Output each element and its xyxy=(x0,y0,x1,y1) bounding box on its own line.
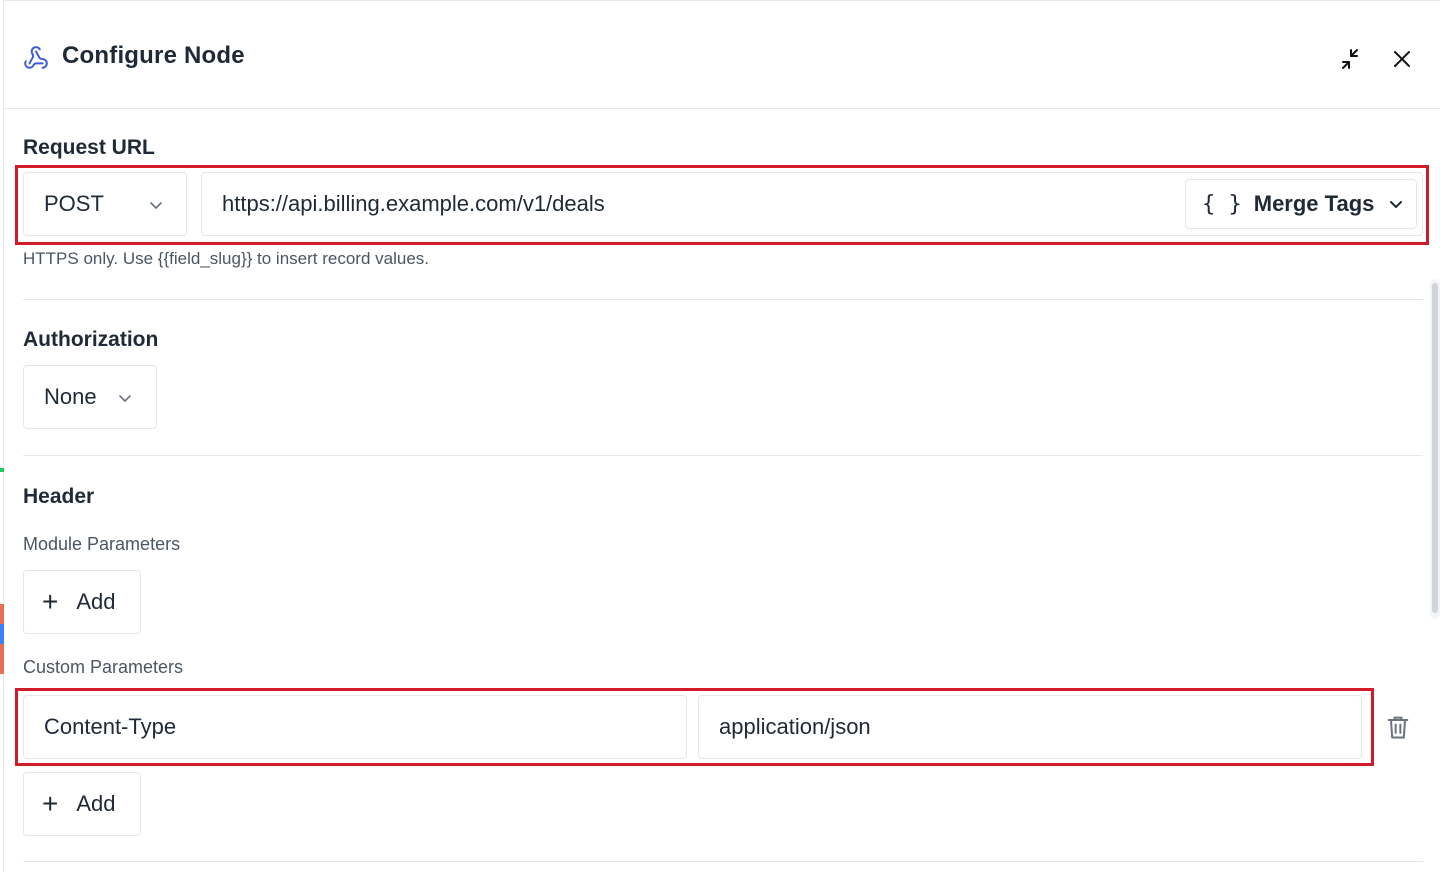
authorization-label: Authorization xyxy=(23,328,159,351)
plus-icon: + xyxy=(42,788,59,819)
minimize-icon[interactable] xyxy=(1334,43,1366,75)
authorization-select[interactable]: None xyxy=(23,365,157,429)
add-label: Add xyxy=(76,589,116,614)
divider xyxy=(23,861,1423,862)
url-hint: HTTPS only. Use {{field_slug}} to insert… xyxy=(23,249,429,268)
request-url-label: Request URL xyxy=(23,136,155,159)
header-section-label: Header xyxy=(23,485,95,508)
custom-parameters-label: Custom Parameters xyxy=(23,657,184,677)
divider xyxy=(23,299,1423,300)
divider xyxy=(23,455,1423,456)
chevron-down-icon xyxy=(119,395,131,402)
scrollbar-thumb[interactable] xyxy=(1432,283,1438,613)
authorization-value: None xyxy=(44,384,97,409)
url-row-highlight xyxy=(15,165,1429,245)
configure-node-panel: Configure Node Request URL POST https://… xyxy=(4,0,1440,872)
custom-param-row-highlight xyxy=(15,688,1374,766)
add-module-parameter-button[interactable]: + Add xyxy=(23,570,141,634)
panel-title: Configure Node xyxy=(62,42,245,69)
plus-icon: + xyxy=(42,586,59,617)
panel-header: Configure Node xyxy=(4,1,1440,109)
add-label: Add xyxy=(76,791,116,816)
webhook-icon xyxy=(24,46,48,69)
module-parameters-label: Module Parameters xyxy=(23,534,181,554)
trash-icon[interactable] xyxy=(1384,713,1412,741)
close-icon[interactable] xyxy=(1386,43,1418,75)
add-custom-parameter-button[interactable]: + Add xyxy=(23,772,141,836)
